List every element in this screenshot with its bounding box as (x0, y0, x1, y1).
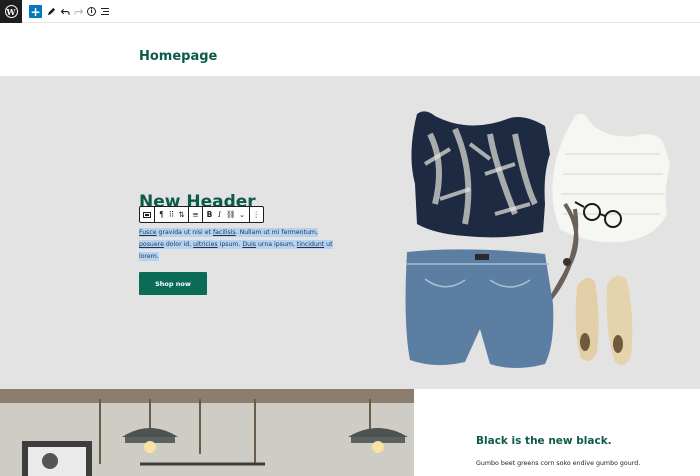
drag-handle-icon[interactable]: ⠿ (168, 211, 175, 219)
redo-icon[interactable] (72, 5, 85, 18)
paragraph-link[interactable]: facilisis (213, 229, 236, 236)
italic-icon[interactable]: I (216, 211, 223, 219)
add-block-button[interactable]: + (29, 5, 42, 18)
clothing-flatlay-image[interactable] (395, 104, 685, 384)
list-view-icon[interactable] (98, 5, 111, 18)
selected-text[interactable]: Fusce gravida ut nisi et facilisis. Null… (139, 228, 333, 261)
paragraph-icon[interactable]: ¶ (158, 211, 165, 219)
hero-paragraph[interactable]: Fusce gravida ut nisi et facilisis. Null… (139, 227, 344, 263)
shop-now-button[interactable]: Shop now (139, 272, 207, 295)
paragraph-link[interactable]: Fusce (139, 229, 157, 236)
paragraph-link[interactable]: Duis (242, 241, 256, 248)
page-title[interactable]: Homepage (139, 49, 217, 64)
media-text-body[interactable]: Gumbo beet greens corn soko endive gumbo… (476, 460, 640, 467)
paragraph-link[interactable]: ultricies (193, 241, 217, 248)
wordpress-logo-icon[interactable]: W (0, 0, 22, 23)
denim-shorts-image (405, 249, 554, 368)
floral-top-image (411, 111, 550, 238)
paragraph-link[interactable]: posuere (139, 241, 164, 248)
block-type-icon[interactable] (143, 211, 151, 218)
white-top-image (552, 114, 670, 243)
more-formatting-icon[interactable]: ⌄ (239, 211, 246, 219)
paragraph-link[interactable]: tincidunt (297, 241, 324, 248)
align-left-icon[interactable]: ≡ (192, 211, 199, 219)
media-text-heading[interactable]: Black is the new black. (476, 435, 612, 447)
move-up-down-icon[interactable]: ⇅ (178, 211, 185, 219)
pencil-icon[interactable] (45, 5, 58, 18)
link-icon[interactable]: ⛓ (226, 211, 236, 219)
block-toolbar: ¶ ⠿ ⇅ ≡ B I ⛓ ⌄ ⋮ (139, 206, 265, 223)
cover-block[interactable]: New Header ¶ ⠿ ⇅ ≡ B I ⛓ ⌄ ⋮ Fusce gravi… (0, 76, 700, 389)
shoes-image (575, 275, 633, 365)
cafe-interior-image[interactable] (0, 389, 414, 476)
undo-icon[interactable] (59, 5, 72, 18)
editor-top-toolbar: W + i (0, 0, 700, 23)
more-options-icon[interactable]: ⋮ (253, 211, 261, 219)
bold-icon[interactable]: B (206, 211, 213, 219)
info-icon[interactable]: i (85, 5, 98, 18)
